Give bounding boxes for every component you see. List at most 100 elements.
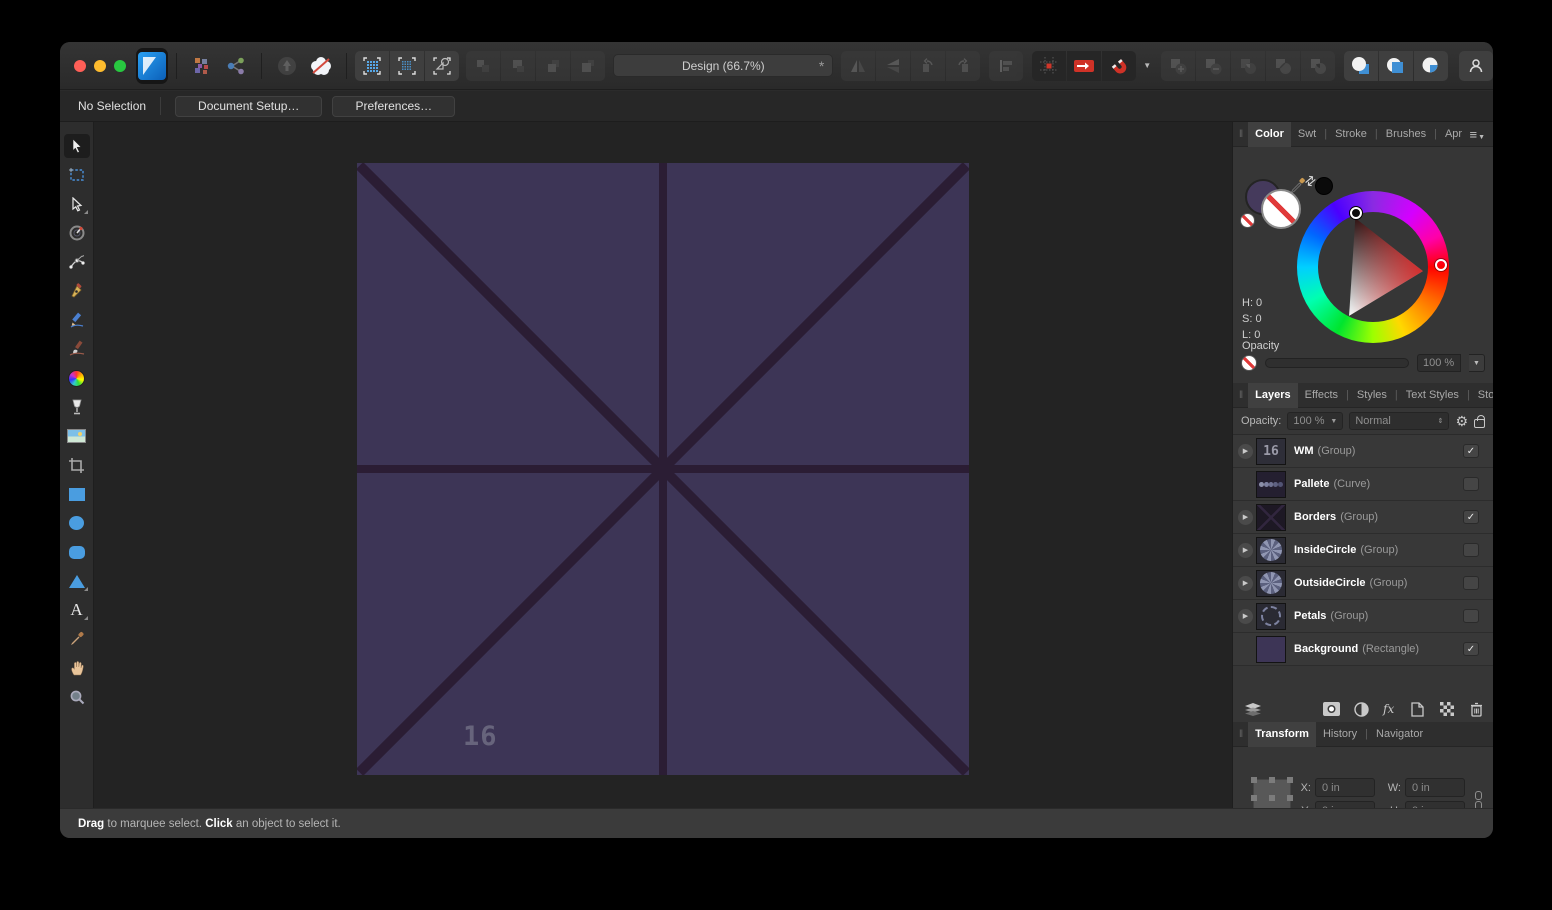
triangle-selector[interactable] <box>1350 207 1362 219</box>
disclosure-icon[interactable]: ▶ <box>1238 444 1253 459</box>
disclosure-icon[interactable]: ▶ <box>1238 510 1253 525</box>
opacity-none-swatch[interactable] <box>1241 355 1257 371</box>
pattern-layer-icon[interactable] <box>1440 702 1454 716</box>
no-color-swatch[interactable] <box>1240 213 1255 228</box>
image-tool[interactable] <box>64 424 90 448</box>
pixel-grid-toggle[interactable] <box>1032 51 1066 81</box>
disclosure-icon[interactable]: ▶ <box>1238 576 1253 591</box>
account-button[interactable] <box>1459 51 1493 81</box>
color-wheel[interactable] <box>1297 191 1449 343</box>
gear-icon[interactable]: ⚙ <box>1455 413 1468 430</box>
tab-stock[interactable]: Stock <box>1471 383 1493 408</box>
rotate-cw-button[interactable] <box>946 51 980 81</box>
layer-row-background[interactable]: Background (Rectangle) ✓ <box>1233 633 1493 666</box>
color-swatches-button[interactable] <box>185 51 219 81</box>
blend-mode-select[interactable]: Normal⇕ <box>1349 412 1449 430</box>
layer-visibility-checkbox[interactable]: ✓ <box>1463 543 1479 557</box>
layer-row-borders[interactable]: ▶ Borders (Group) ✓ <box>1233 501 1493 534</box>
pixel-persona-button[interactable] <box>304 51 338 81</box>
rounded-rectangle-tool[interactable] <box>64 540 90 564</box>
layer-row-petals[interactable]: ▶ Petals (Group) ✓ <box>1233 600 1493 633</box>
new-layer-icon[interactable] <box>1411 702 1424 717</box>
panel-grip-icon[interactable]: ‖ <box>1239 390 1242 401</box>
layer-visibility-checkbox[interactable]: ✓ <box>1463 642 1479 656</box>
move-tool[interactable] <box>64 134 90 158</box>
tab-styles[interactable]: Styles <box>1350 383 1394 408</box>
fx-icon[interactable]: fx <box>1383 702 1394 716</box>
picked-color-swatch[interactable] <box>1315 177 1333 195</box>
corner-tool[interactable] <box>64 250 90 274</box>
hue-selector[interactable] <box>1435 259 1447 271</box>
eyedropper-tool[interactable] <box>64 627 90 651</box>
arrange-front-button[interactable] <box>571 51 605 81</box>
canvas-artwork[interactable]: 16 <box>357 163 969 775</box>
panel-grip-icon[interactable]: ‖ <box>1239 729 1242 740</box>
boolean-add-button[interactable] <box>1161 51 1195 81</box>
layer-row-pallete[interactable]: Pallete (Curve) ✓ <box>1233 468 1493 501</box>
boolean-intersect-button[interactable] <box>1231 51 1265 81</box>
panel-menu-icon[interactable]: ≡▼ <box>1469 127 1485 142</box>
rotate-ccw-button[interactable] <box>911 51 945 81</box>
tab-layers[interactable]: Layers <box>1248 383 1297 408</box>
layer-visibility-checkbox[interactable]: ✓ <box>1463 609 1479 623</box>
flip-vertical-button[interactable] <box>876 51 910 81</box>
fill-tool[interactable] <box>64 395 90 419</box>
fullscreen-button[interactable] <box>114 60 126 72</box>
disclosure-icon[interactable]: ▶ <box>1238 609 1253 624</box>
layers-opacity-select[interactable]: 100 %▼ <box>1287 412 1343 430</box>
opacity-value[interactable]: 100 % <box>1417 354 1461 372</box>
layer-visibility-checkbox[interactable]: ✓ <box>1463 444 1479 458</box>
tab-appearance[interactable]: Apr <box>1438 122 1469 147</box>
adjustment-layer-icon[interactable] <box>1354 702 1369 717</box>
panel-grip-icon[interactable]: ‖ <box>1239 129 1242 140</box>
designer-persona-button[interactable] <box>136 48 168 84</box>
tab-color[interactable]: Color <box>1248 122 1291 147</box>
stroke-color-swatch[interactable] <box>1261 189 1301 229</box>
snapping-dropdown[interactable]: ▼ <box>1136 51 1154 81</box>
close-button[interactable] <box>74 60 86 72</box>
hand-tool[interactable] <box>64 656 90 680</box>
tab-transform[interactable]: Transform <box>1248 722 1316 747</box>
preferences-button[interactable]: Preferences… <box>332 96 455 117</box>
tab-stroke[interactable]: Stroke <box>1328 122 1374 147</box>
arrange-backward-button[interactable] <box>501 51 535 81</box>
text-tool[interactable]: A <box>64 598 90 622</box>
alignment-button[interactable] <box>989 51 1023 81</box>
point-transform-tool[interactable] <box>64 221 90 245</box>
boolean-subtract-button[interactable] <box>1196 51 1230 81</box>
pen-tool[interactable] <box>64 279 90 303</box>
snapping-magnet-toggle[interactable] <box>1102 51 1136 81</box>
node-tool[interactable] <box>64 192 90 216</box>
flip-horizontal-button[interactable] <box>841 51 875 81</box>
tab-effects[interactable]: Effects <box>1298 383 1345 408</box>
export-persona-button[interactable] <box>270 51 304 81</box>
color-wheel-tool[interactable] <box>64 366 90 390</box>
lock-icon[interactable] <box>1474 419 1485 428</box>
move-whole-pixels-toggle[interactable] <box>1067 51 1101 81</box>
pencil-tool[interactable] <box>64 308 90 332</box>
zoom-tool[interactable] <box>64 685 90 709</box>
snap-grid-button[interactable] <box>355 51 389 81</box>
layer-row-insidecircle[interactable]: ▶ InsideCircle (Group) ✓ <box>1233 534 1493 567</box>
snap-pixel-button[interactable] <box>390 51 424 81</box>
geometry-front-button[interactable] <box>1344 51 1378 81</box>
transform-objects-button[interactable] <box>425 51 459 81</box>
x-input[interactable]: 0 in <box>1315 778 1375 797</box>
disclosure-icon[interactable]: ▶ <box>1238 543 1253 558</box>
trash-icon[interactable] <box>1470 702 1483 717</box>
layer-row-wm[interactable]: ▶ 16 WM (Group) ✓ <box>1233 435 1493 468</box>
geometry-mid-button[interactable] <box>1379 51 1413 81</box>
mask-layer-icon[interactable] <box>1323 702 1340 716</box>
crop-tool[interactable] <box>64 453 90 477</box>
arrange-forward-button[interactable] <box>536 51 570 81</box>
layer-visibility-checkbox[interactable]: ✓ <box>1463 510 1479 524</box>
rectangle-tool[interactable] <box>64 482 90 506</box>
layer-visibility-checkbox[interactable]: ✓ <box>1463 576 1479 590</box>
tab-text-styles[interactable]: Text Styles <box>1399 383 1466 408</box>
opacity-dropdown[interactable]: ▼ <box>1469 354 1485 372</box>
color-picker-icon[interactable] <box>1289 177 1307 195</box>
document-title-field[interactable]: Design (66.7%) * <box>613 54 833 77</box>
arrange-back-button[interactable] <box>466 51 500 81</box>
share-button[interactable] <box>219 51 253 81</box>
tab-navigator[interactable]: Navigator <box>1369 722 1430 747</box>
